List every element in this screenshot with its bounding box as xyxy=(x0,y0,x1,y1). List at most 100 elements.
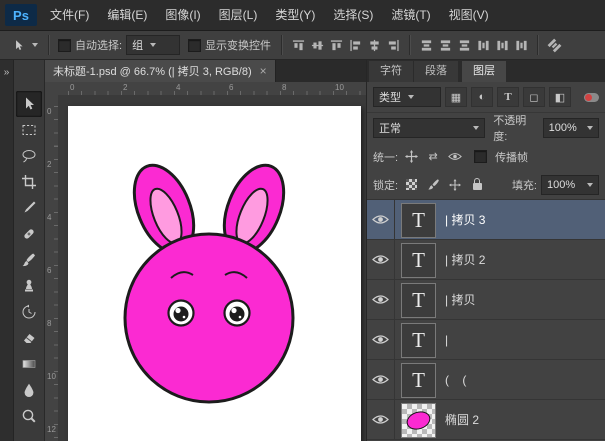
layer-visibility-eye-icon[interactable] xyxy=(367,200,395,239)
show-transform-checkbox[interactable] xyxy=(188,39,201,52)
layer-visibility-eye-icon[interactable] xyxy=(367,360,395,399)
layer-visibility-eye-icon[interactable] xyxy=(367,400,395,439)
distribute-horizontal-centers-icon[interactable] xyxy=(493,36,512,55)
lock-position-icon[interactable] xyxy=(446,177,464,193)
tool-eyedropper[interactable] xyxy=(16,195,42,221)
menu-item-0[interactable]: 文件(F) xyxy=(41,0,98,30)
lock-transparency-icon[interactable] xyxy=(402,177,420,193)
tool-rectangular-marquee[interactable] xyxy=(16,117,42,143)
align-vertical-centers-icon[interactable] xyxy=(308,36,327,55)
layer-visibility-eye-icon[interactable] xyxy=(367,320,395,359)
close-document-icon[interactable]: × xyxy=(260,64,267,78)
tool-lasso[interactable] xyxy=(16,143,42,169)
layer-visibility-eye-icon[interactable] xyxy=(367,240,395,279)
layer-row-1[interactable]: T | 拷贝 2 xyxy=(367,240,605,280)
menu-item-5[interactable]: 选择(S) xyxy=(324,0,382,30)
fill-select[interactable]: 100% xyxy=(541,175,599,195)
tool-eraser[interactable] xyxy=(16,325,42,351)
lock-label: 锁定: xyxy=(373,177,398,193)
propagate-frames-checkbox[interactable] xyxy=(474,150,487,163)
blend-mode-select[interactable]: 正常 xyxy=(373,118,485,138)
text-layer-thumbnail[interactable]: T xyxy=(401,283,436,318)
menu-item-2[interactable]: 图像(I) xyxy=(156,0,209,30)
unify-position-icon[interactable] xyxy=(402,149,420,165)
align-top-edges-icon[interactable] xyxy=(289,36,308,55)
tool-clone-stamp[interactable] xyxy=(16,273,42,299)
filter-smart-object-layers-icon[interactable]: ◧ xyxy=(549,87,571,107)
tool-gradient[interactable] xyxy=(16,351,42,377)
unify-transform-icon[interactable]: ⇄ xyxy=(424,149,442,165)
distribute-right-edges-icon[interactable] xyxy=(512,36,531,55)
tool-dodge[interactable] xyxy=(16,403,42,429)
tool-preset-picker[interactable] xyxy=(5,35,42,56)
menu-item-4[interactable]: 类型(Y) xyxy=(266,0,324,30)
text-layer-thumbnail[interactable]: T xyxy=(401,203,436,238)
panel-tab-2[interactable]: 图层 xyxy=(462,61,506,82)
ruler-number: 10 xyxy=(335,83,344,92)
filter-pixel-layers-icon[interactable]: ▦ xyxy=(445,87,467,107)
lock-all-icon[interactable] xyxy=(468,177,486,193)
align-right-edges-icon[interactable] xyxy=(384,36,403,55)
distribute-top-edges-icon[interactable] xyxy=(417,36,436,55)
text-layer-thumbnail[interactable]: T xyxy=(401,363,436,398)
opacity-select[interactable]: 100% xyxy=(543,118,599,138)
auto-select-checkbox[interactable] xyxy=(58,39,71,52)
layer-row-0[interactable]: T | 拷贝 3 xyxy=(367,200,605,240)
divider xyxy=(48,35,50,55)
layer-name: | 拷贝 3 xyxy=(445,211,485,228)
shape-layer-thumbnail[interactable] xyxy=(401,403,436,438)
align-bottom-edges-icon[interactable] xyxy=(327,36,346,55)
menu-item-7[interactable]: 视图(V) xyxy=(440,0,498,30)
layer-name: | 拷贝 2 xyxy=(445,251,485,268)
menu-item-1[interactable]: 编辑(E) xyxy=(98,0,156,30)
panel-tab-0[interactable]: 字符 xyxy=(369,61,413,82)
filter-type-layers-icon[interactable]: T xyxy=(497,87,519,107)
text-layer-thumbnail[interactable]: T xyxy=(401,243,436,278)
tool-spot-healing[interactable] xyxy=(16,221,42,247)
move-tool-icon xyxy=(9,36,28,55)
filter-shape-layers-icon[interactable]: ◻ xyxy=(523,87,545,107)
layer-row-5[interactable]: 椭圆 2 xyxy=(367,400,605,440)
photoshop-logo: Ps xyxy=(5,4,37,26)
ruler-number: 0 xyxy=(70,83,74,92)
auto-select-target-select[interactable]: 组 xyxy=(126,35,180,55)
tool-brush[interactable] xyxy=(16,247,42,273)
unify-label: 统一: xyxy=(373,149,398,165)
auto-select-target-value: 组 xyxy=(132,37,143,53)
tool-history-brush[interactable] xyxy=(16,299,42,325)
tool-blur[interactable] xyxy=(16,377,42,403)
chevron-down-icon xyxy=(473,126,479,130)
align-horizontal-centers-icon[interactable] xyxy=(365,36,384,55)
distribute-left-edges-icon[interactable] xyxy=(474,36,493,55)
filter-kind-select[interactable]: 类型 xyxy=(373,87,441,107)
unify-visibility-icon[interactable] xyxy=(446,149,464,165)
filter-adjustment-layers-icon[interactable]: ◐ xyxy=(471,87,493,107)
text-layer-thumbnail[interactable]: T xyxy=(401,323,436,358)
layer-filter-row: 类型 ▦ ◐ T ◻ ◧ xyxy=(367,82,605,113)
layer-visibility-eye-icon[interactable] xyxy=(367,280,395,319)
canvas-bunny-artwork[interactable] xyxy=(68,106,361,441)
collapse-tools-chevron[interactable]: » xyxy=(0,67,13,78)
ruler-number: 6 xyxy=(47,266,51,275)
divider xyxy=(281,35,283,55)
distribute-bottom-edges-icon[interactable] xyxy=(455,36,474,55)
layer-row-2[interactable]: T| 拷贝 xyxy=(367,280,605,320)
canvas-viewport xyxy=(58,95,367,441)
chevron-down-icon xyxy=(587,126,593,130)
panel-tab-1[interactable]: 段落 xyxy=(414,61,458,82)
lock-pixels-icon[interactable] xyxy=(424,177,442,193)
menu-item-3[interactable]: 图层(L) xyxy=(210,0,267,30)
unify-row: 统一: ⇄ 传播帧 xyxy=(367,143,605,170)
layer-row-4[interactable]: T( ( xyxy=(367,360,605,400)
layer-filter-toggle[interactable] xyxy=(584,93,599,102)
menu-item-6[interactable]: 滤镜(T) xyxy=(382,0,439,30)
tool-move[interactable] xyxy=(16,91,42,117)
layer-row-3[interactable]: T| xyxy=(367,320,605,360)
ruler-number: 0 xyxy=(47,107,51,116)
tool-crop[interactable] xyxy=(16,169,42,195)
filter-kind-value: 类型 xyxy=(379,89,401,105)
auto-align-layers-icon[interactable] xyxy=(545,36,564,55)
document-tab[interactable]: 未标题-1.psd @ 66.7% (| 拷贝 3, RGB/8) × xyxy=(45,60,276,82)
align-left-edges-icon[interactable] xyxy=(346,36,365,55)
distribute-vertical-centers-icon[interactable] xyxy=(436,36,455,55)
